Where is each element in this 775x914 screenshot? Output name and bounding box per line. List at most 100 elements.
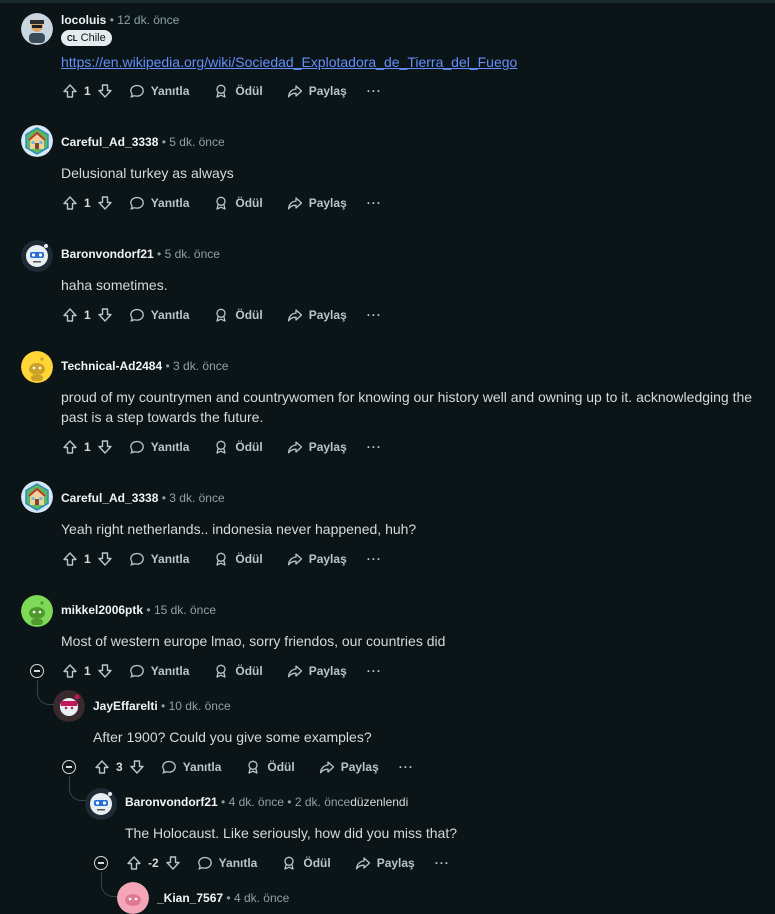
username[interactable]: Baronvondorf21 <box>125 795 218 809</box>
username[interactable]: Careful_Ad_3338 <box>61 491 158 505</box>
more-options-button[interactable]: ··· <box>367 84 382 98</box>
award-button[interactable]: Ödül <box>243 757 295 777</box>
reply-button[interactable]: Yanıtla <box>127 661 189 681</box>
reply-label: Yanıtla <box>150 440 190 454</box>
collapse-thread-icon[interactable] <box>30 664 44 678</box>
award-button[interactable]: Ödül <box>211 661 263 681</box>
downvote-icon[interactable] <box>95 81 115 101</box>
avatar[interactable] <box>21 125 53 157</box>
more-options-button[interactable]: ··· <box>435 856 450 870</box>
reply-button[interactable]: Yanıtla <box>195 853 257 873</box>
collapse-thread-icon[interactable] <box>62 760 76 774</box>
timestamp[interactable]: 4 dk. önce <box>234 891 289 905</box>
top-border <box>0 0 775 3</box>
avatar-snoo-red-icon <box>53 690 85 722</box>
timestamp[interactable]: 10 dk. önce <box>169 699 231 713</box>
award-icon <box>211 305 231 325</box>
timestamp[interactable]: 4 dk. önce <box>229 795 284 809</box>
share-arrow-icon <box>317 757 337 777</box>
avatar[interactable] <box>85 788 117 820</box>
award-button[interactable]: Ödül <box>211 81 263 101</box>
reply-button[interactable]: Yanıtla <box>127 549 189 569</box>
more-options-button[interactable]: ··· <box>367 196 382 210</box>
reply-button[interactable]: Yanıtla <box>127 437 190 457</box>
share-arrow-icon <box>285 193 305 213</box>
award-label: Ödül <box>235 552 263 566</box>
avatar[interactable] <box>21 595 53 627</box>
avatar[interactable] <box>53 690 85 722</box>
username[interactable]: _Kian_7567 <box>157 891 223 905</box>
share-button[interactable]: Paylaş <box>317 757 379 777</box>
timestamp[interactable]: 12 dk. önce <box>117 13 179 27</box>
award-button[interactable]: Ödül <box>279 853 331 873</box>
wikipedia-link[interactable]: https://en.wikipedia.org/wiki/Sociedad_E… <box>61 54 517 70</box>
reply-button[interactable]: Yanıtla <box>127 81 189 101</box>
username[interactable]: locoluis <box>61 13 106 27</box>
username[interactable]: mikkel2006ptk <box>61 603 143 617</box>
avatar[interactable] <box>21 351 53 383</box>
award-button[interactable]: Ödül <box>211 193 263 213</box>
downvote-icon[interactable] <box>95 305 115 325</box>
avatar-house-icon <box>21 481 53 513</box>
upvote-icon[interactable] <box>60 193 80 213</box>
reply-button[interactable]: Yanıtla <box>127 305 189 325</box>
vote-group: 3 <box>92 757 147 777</box>
downvote-icon[interactable] <box>95 437 115 457</box>
share-button[interactable]: Paylaş <box>285 193 347 213</box>
more-options-button[interactable]: ··· <box>399 760 414 774</box>
comment-meta: JayEffarelti • 10 dk. önce <box>93 698 231 714</box>
share-label: Paylaş <box>308 440 347 454</box>
vote-group: 1 <box>60 305 115 325</box>
award-button[interactable]: Ödül <box>211 305 263 325</box>
upvote-icon[interactable] <box>60 305 80 325</box>
username[interactable]: Baronvondorf21 <box>61 247 154 261</box>
timestamp[interactable]: 3 dk. önce <box>169 491 224 505</box>
share-button[interactable]: Paylaş <box>285 81 347 101</box>
share-button[interactable]: Paylaş <box>285 437 347 457</box>
more-options-button[interactable]: ··· <box>367 308 382 322</box>
share-button[interactable]: Paylaş <box>285 549 347 569</box>
avatar[interactable] <box>117 882 149 914</box>
more-options-button[interactable]: ··· <box>367 552 382 566</box>
username[interactable]: Technical-Ad2484 <box>61 359 162 373</box>
avatar[interactable] <box>21 481 53 513</box>
downvote-icon[interactable] <box>95 549 115 569</box>
downvote-icon[interactable] <box>95 193 115 213</box>
avatar[interactable] <box>21 13 53 45</box>
timestamp[interactable]: 5 dk. önce <box>169 135 224 149</box>
award-icon <box>211 661 231 681</box>
timestamp[interactable]: 15 dk. önce <box>154 603 216 617</box>
upvote-icon[interactable] <box>60 437 80 457</box>
award-label: Ödül <box>235 84 263 98</box>
reply-button[interactable]: Yanıtla <box>159 757 221 777</box>
username[interactable]: JayEffarelti <box>93 699 158 713</box>
more-options-button[interactable]: ··· <box>367 440 382 454</box>
avatar[interactable] <box>21 240 53 272</box>
avatar-snoo-green-icon <box>21 595 53 627</box>
upvote-icon[interactable] <box>60 549 80 569</box>
separator-dot: • <box>287 795 295 809</box>
award-button[interactable]: Ödül <box>211 437 263 457</box>
collapse-thread-icon[interactable] <box>94 856 108 870</box>
share-button[interactable]: Paylaş <box>285 661 347 681</box>
award-icon <box>211 193 231 213</box>
vote-count: -2 <box>148 856 159 870</box>
share-button[interactable]: Paylaş <box>353 853 415 873</box>
award-label: Ödül <box>235 440 263 454</box>
more-options-button[interactable]: ··· <box>367 664 382 678</box>
edited-label: düzenlendi <box>350 795 409 809</box>
share-button[interactable]: Paylaş <box>285 305 347 325</box>
downvote-icon[interactable] <box>163 853 183 873</box>
upvote-icon[interactable] <box>92 757 112 777</box>
username[interactable]: Careful_Ad_3338 <box>61 135 158 149</box>
downvote-icon[interactable] <box>95 661 115 681</box>
award-button[interactable]: Ödül <box>211 549 263 569</box>
comment-body: The Holocaust. Like seriously, how did y… <box>125 825 458 841</box>
downvote-icon[interactable] <box>127 757 147 777</box>
upvote-icon[interactable] <box>124 853 144 873</box>
upvote-icon[interactable] <box>60 661 80 681</box>
timestamp[interactable]: 3 dk. önce <box>173 359 228 373</box>
reply-button[interactable]: Yanıtla <box>127 193 189 213</box>
timestamp[interactable]: 5 dk. önce <box>165 247 220 261</box>
upvote-icon[interactable] <box>60 81 80 101</box>
